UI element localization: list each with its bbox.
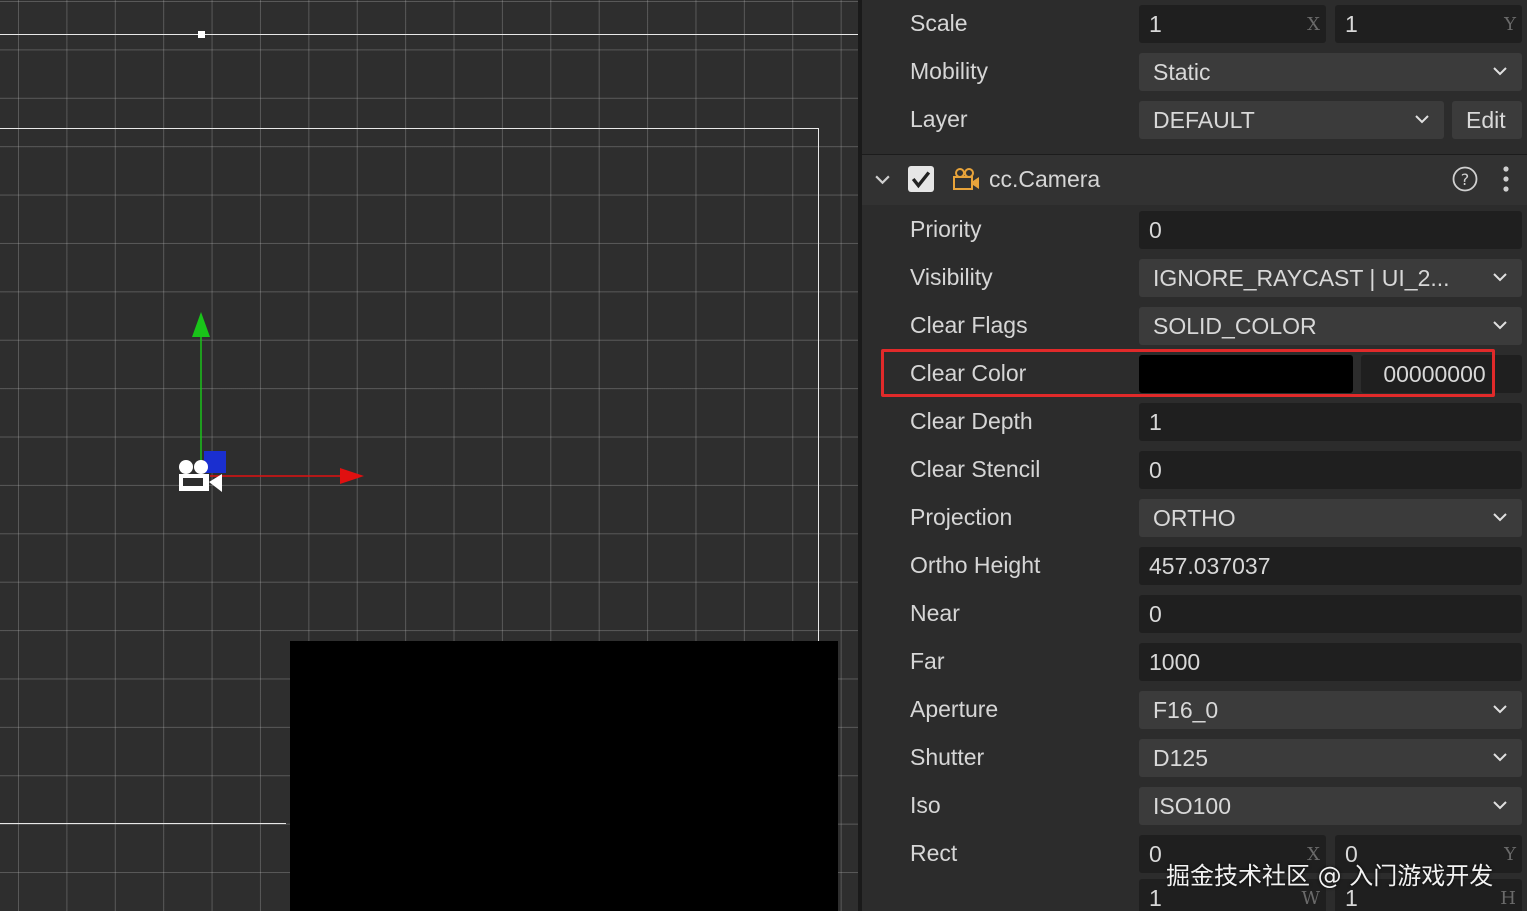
y-axis-tag: Y: [1504, 844, 1516, 865]
camera-component-icon: [953, 168, 979, 190]
mobility-select[interactable]: Static: [1139, 53, 1522, 91]
chevron-down-icon: [1493, 753, 1507, 762]
iso-row: Iso ISO100: [862, 782, 1527, 830]
mobility-value: Static: [1153, 59, 1211, 85]
camera-gizmo-icon[interactable]: [176, 456, 224, 496]
chevron-down-icon: [1493, 705, 1507, 714]
clear-flags-label: Clear Flags: [910, 312, 1028, 338]
chevron-down-icon: [1493, 801, 1507, 810]
clear-depth-input[interactable]: 1: [1139, 403, 1522, 441]
clear-color-highlight-box: [881, 349, 1495, 397]
shutter-label: Shutter: [910, 744, 985, 770]
aperture-label: Aperture: [910, 696, 999, 722]
iso-select[interactable]: ISO100: [1139, 787, 1522, 825]
scale-y-value: 1: [1345, 11, 1358, 37]
layer-label: Layer: [910, 106, 968, 132]
question-circle-icon[interactable]: ?: [1452, 166, 1478, 192]
y-axis-tag: Y: [1504, 14, 1516, 35]
rect-w-value: 1: [1149, 885, 1162, 911]
x-axis-arrow: [340, 468, 364, 484]
clear-stencil-label: Clear Stencil: [910, 456, 1041, 482]
visibility-label: Visibility: [910, 264, 993, 290]
vertical-dots-icon[interactable]: [1502, 166, 1510, 192]
far-label: Far: [910, 648, 945, 674]
visibility-value: IGNORE_RAYCAST | UI_2...: [1153, 265, 1450, 291]
scale-label: Scale: [910, 10, 968, 36]
component-enabled-checkbox[interactable]: [908, 166, 934, 192]
projection-label: Projection: [910, 504, 1013, 530]
layer-select[interactable]: DEFAULT: [1139, 101, 1444, 139]
priority-label: Priority: [910, 216, 982, 242]
shutter-select[interactable]: D125: [1139, 739, 1522, 777]
projection-select[interactable]: ORTHO: [1139, 499, 1522, 537]
svg-text:?: ?: [1461, 170, 1470, 189]
h-axis-tag: H: [1500, 888, 1516, 909]
chevron-down-icon: [1415, 115, 1429, 124]
clear-flags-select[interactable]: SOLID_COLOR: [1139, 307, 1522, 345]
aperture-row: Aperture F16_0: [862, 686, 1527, 734]
mobility-label: Mobility: [910, 58, 988, 84]
aperture-value: F16_0: [1153, 697, 1219, 723]
shutter-row: Shutter D125: [862, 734, 1527, 782]
scene-view[interactable]: [0, 0, 858, 911]
clear-stencil-input[interactable]: 0: [1139, 451, 1522, 489]
camera-component-header[interactable]: cc.Camera ?: [862, 154, 1527, 205]
iso-value: ISO100: [1153, 793, 1231, 819]
chevron-down-icon: [1493, 67, 1507, 76]
clear-stencil-row: Clear Stencil 0: [862, 446, 1527, 494]
shutter-value: D125: [1153, 745, 1208, 771]
priority-input[interactable]: 0: [1139, 211, 1522, 249]
scale-x-input[interactable]: 1 X: [1139, 5, 1326, 43]
camera-preview: [290, 641, 838, 911]
layer-edit-button[interactable]: Edit: [1452, 101, 1522, 139]
scale-row: Scale 1 X 1 Y: [862, 0, 1527, 48]
rect-label: Rect: [910, 840, 958, 866]
component-title: cc.Camera: [989, 166, 1101, 192]
priority-row: Priority 0: [862, 206, 1527, 254]
w-axis-tag: W: [1301, 888, 1320, 909]
inspector-panel: Scale 1 X 1 Y Mobility Static Layer DEFA…: [862, 0, 1527, 911]
scale-x-value: 1: [1149, 11, 1162, 37]
x-axis-tag: X: [1307, 14, 1320, 35]
scale-y-input[interactable]: 1 Y: [1335, 5, 1522, 43]
iso-label: Iso: [910, 792, 941, 818]
visibility-select[interactable]: IGNORE_RAYCAST | UI_2...: [1139, 259, 1522, 297]
far-row: Far 1000: [862, 638, 1527, 686]
far-input[interactable]: 1000: [1139, 643, 1522, 681]
layer-value: DEFAULT: [1153, 107, 1255, 133]
chevron-down-icon: [1493, 513, 1507, 522]
near-input[interactable]: 0: [1139, 595, 1522, 633]
ortho-height-row: Ortho Height 457.037037: [862, 542, 1527, 590]
projection-row: Projection ORTHO: [862, 494, 1527, 542]
near-row: Near 0: [862, 590, 1527, 638]
clear-flags-row: Clear Flags SOLID_COLOR: [862, 302, 1527, 350]
rect-x-value: 0: [1149, 841, 1162, 867]
clear-depth-label: Clear Depth: [910, 408, 1033, 434]
checkmark-icon: [911, 171, 931, 189]
visibility-row: Visibility IGNORE_RAYCAST | UI_2...: [862, 254, 1527, 302]
y-axis-arrow: [192, 312, 210, 337]
mobility-row: Mobility Static: [862, 48, 1527, 96]
clear-depth-row: Clear Depth 1: [862, 398, 1527, 446]
ortho-height-label: Ortho Height: [910, 552, 1041, 578]
ortho-height-input[interactable]: 457.037037: [1139, 547, 1522, 585]
near-label: Near: [910, 600, 960, 626]
layer-row: Layer DEFAULT Edit: [862, 96, 1527, 144]
projection-value: ORTHO: [1153, 505, 1236, 531]
collapse-chevron-icon[interactable]: [874, 171, 891, 188]
aperture-select[interactable]: F16_0: [1139, 691, 1522, 729]
watermark-text: 掘金技术社区 @ 入门游戏开发: [1166, 862, 1494, 890]
chevron-down-icon: [1493, 273, 1507, 282]
chevron-down-icon: [1493, 321, 1507, 330]
clear-flags-value: SOLID_COLOR: [1153, 313, 1317, 339]
